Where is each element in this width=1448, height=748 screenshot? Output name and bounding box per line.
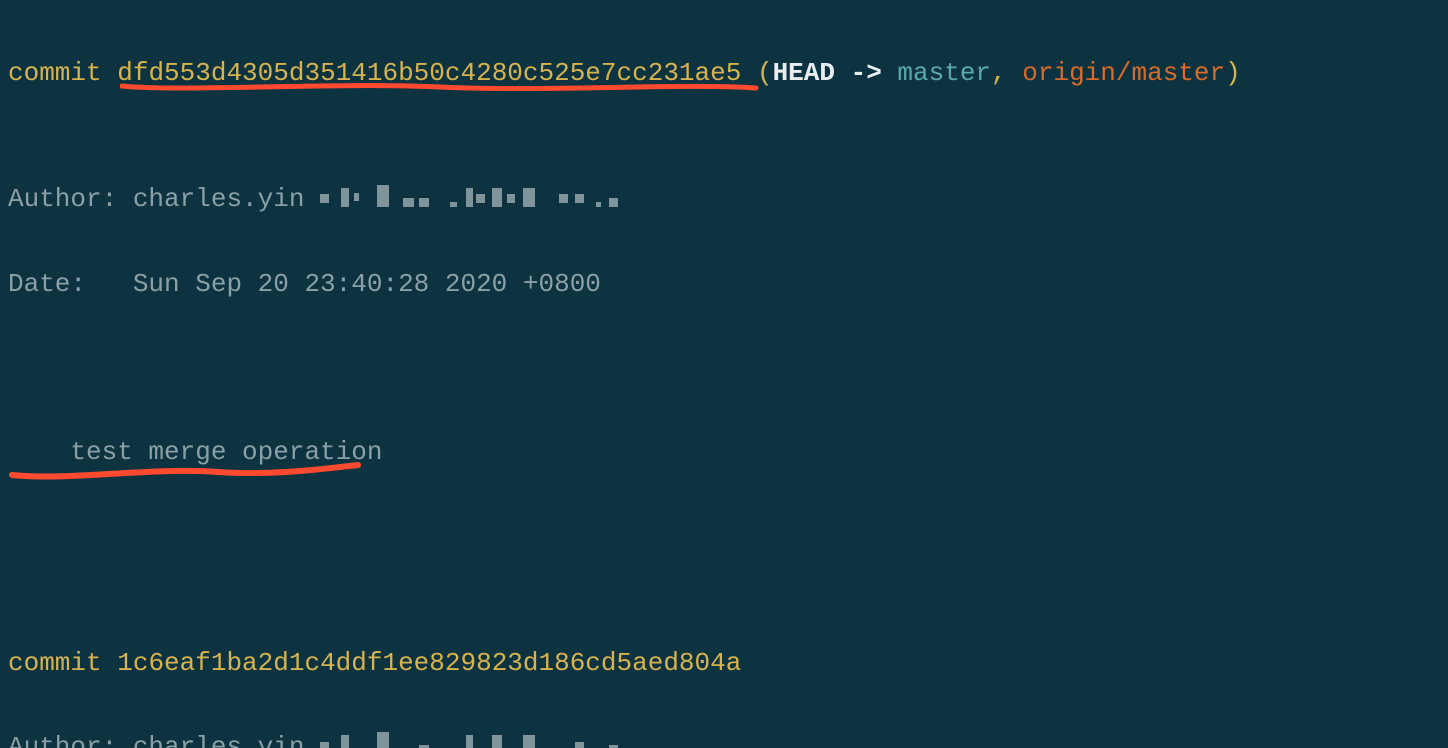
blank-line — [8, 557, 1440, 599]
commit-hash: dfd553d4305d351416b50c4280c525e7cc231ae5 — [117, 58, 741, 88]
head-ref: HEAD — [773, 58, 835, 88]
commit-line: commit dfd553d4305d351416b50c4280c525e7c… — [8, 52, 1440, 136]
arrow: -> — [851, 58, 882, 88]
author-email-redacted — [320, 182, 684, 208]
commit-label: commit — [8, 648, 102, 678]
commit-hash: 1c6eaf1ba2d1c4ddf1ee829823d186cd5aed804a — [117, 648, 741, 678]
commit-label: commit — [8, 58, 102, 88]
terminal-output: commit dfd553d4305d351416b50c4280c525e7c… — [0, 0, 1448, 748]
date-line: Date: Sun Sep 20 23:40:28 2020 +0800 — [8, 263, 1440, 305]
remote-branch: origin/master — [1022, 58, 1225, 88]
author-line: Author: charles.yin — [8, 178, 1440, 220]
refs-close: ) — [1225, 58, 1241, 88]
blank-line — [8, 347, 1440, 389]
comma: , — [991, 58, 1007, 88]
author-label: Author: — [8, 184, 117, 214]
commit-message: test merge operation — [70, 437, 382, 467]
author-email-redacted — [320, 730, 684, 748]
refs-open: ( — [757, 58, 773, 88]
author-line: Author: charles.yin — [8, 726, 1440, 748]
author-name: charles.yin — [133, 732, 305, 748]
commit-message-line: test merge operation — [8, 431, 1440, 515]
local-branch: master — [897, 58, 991, 88]
commit-line: commit 1c6eaf1ba2d1c4ddf1ee829823d186cd5… — [8, 642, 1440, 684]
commit-date: Sun Sep 20 23:40:28 2020 +0800 — [133, 269, 601, 299]
date-label: Date: — [8, 269, 86, 299]
author-label: Author: — [8, 732, 117, 748]
author-name: charles.yin — [133, 184, 305, 214]
